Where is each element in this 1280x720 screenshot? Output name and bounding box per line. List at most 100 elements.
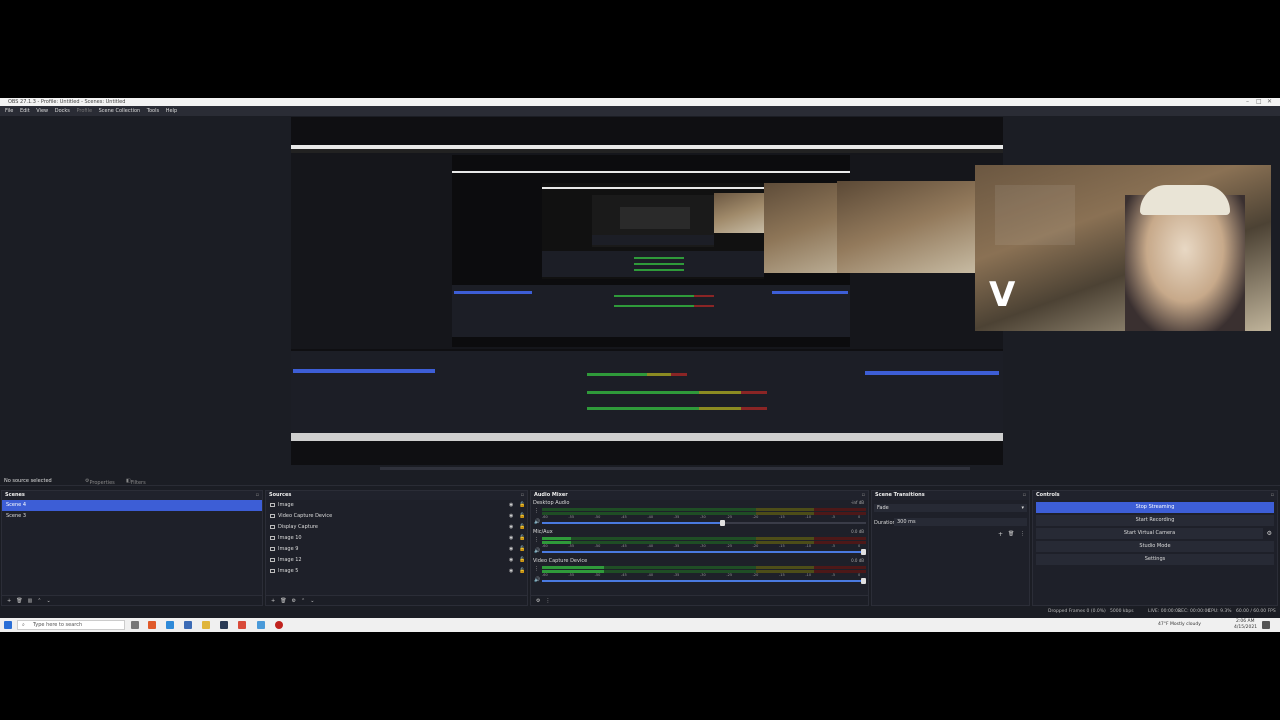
stop-streaming-button[interactable]: Stop Streaming — [1036, 502, 1274, 513]
task-view-icon[interactable] — [131, 621, 139, 629]
notifications-icon[interactable] — [1262, 621, 1270, 629]
move-up-icon[interactable]: ⌃ — [301, 598, 305, 604]
dock-float-icon[interactable]: ▫ — [521, 491, 524, 500]
scene-item[interactable]: Scene 3 — [2, 511, 262, 522]
windows-start-icon[interactable] — [4, 621, 12, 629]
menu-profile[interactable]: Profile — [76, 108, 92, 114]
properties-button[interactable]: ⚙ Properties — [85, 478, 115, 486]
eye-icon[interactable]: ◉ — [509, 511, 513, 522]
volume-slider[interactable] — [542, 549, 866, 555]
filters-button[interactable]: ◧ Filters — [126, 478, 146, 486]
mixer-menu-icon[interactable]: ⋮ — [545, 598, 550, 604]
start-recording-button[interactable]: Start Recording — [1036, 515, 1274, 526]
preview-scrollbar[interactable] — [380, 467, 970, 470]
add-source-icon[interactable]: + — [271, 598, 275, 604]
app-icon[interactable] — [257, 621, 265, 629]
file-explorer-icon[interactable] — [202, 621, 210, 629]
menu-file[interactable]: File — [5, 108, 13, 114]
menu-docks[interactable]: Docks — [55, 108, 70, 114]
lock-icon[interactable]: 🔓 — [519, 566, 525, 577]
remove-transition-icon[interactable]: 🗑 — [1008, 531, 1014, 537]
source-label: Image — [278, 502, 294, 508]
lock-icon[interactable]: 🔓 — [519, 544, 525, 555]
dock-float-icon[interactable]: ▫ — [256, 491, 259, 500]
lock-icon[interactable]: 🔓 — [519, 522, 525, 533]
speaker-icon[interactable]: 🔊 — [534, 519, 540, 525]
source-item[interactable]: Image 12 ◉ 🔓 — [266, 555, 527, 566]
scene-filter-icon[interactable]: ▥ — [28, 598, 33, 604]
clock-time[interactable]: 2:06 AM — [1236, 619, 1255, 624]
lock-icon[interactable]: 🔓 — [519, 511, 525, 522]
dock-float-icon[interactable]: ▫ — [1023, 491, 1026, 500]
maximize-icon[interactable]: □ — [1256, 98, 1262, 105]
menu-scene-collection[interactable]: Scene Collection — [99, 108, 141, 114]
studio-mode-button[interactable]: Studio Mode — [1036, 541, 1274, 552]
source-properties-icon[interactable]: ⚙ — [292, 598, 296, 604]
clock-date[interactable]: 4/15/2021 — [1234, 625, 1257, 630]
eye-icon[interactable]: ◉ — [509, 555, 513, 566]
taskbar-search[interactable]: ⌕ Type here to search — [17, 620, 125, 630]
remove-source-icon[interactable]: 🗑 — [280, 598, 286, 604]
dock-float-icon[interactable]: ▫ — [862, 491, 865, 500]
nested-meter — [694, 305, 714, 307]
channel-db: -inf dB — [850, 500, 864, 505]
menu-help[interactable]: Help — [166, 108, 177, 114]
eye-icon[interactable]: ◉ — [509, 566, 513, 577]
channel-menu-icon[interactable]: ⋮ — [534, 566, 539, 572]
weather[interactable]: 47°F Mostly cloudy — [1158, 622, 1201, 627]
eye-icon[interactable]: ◉ — [509, 544, 513, 555]
source-item[interactable]: Video Capture Device ◉ 🔓 — [266, 511, 527, 522]
channel-menu-icon[interactable]: ⋮ — [534, 508, 539, 514]
channel-db: 0.0 dB — [851, 558, 864, 563]
source-item[interactable]: Image ◉ 🔓 — [266, 500, 527, 511]
eye-icon[interactable]: ◉ — [509, 522, 513, 533]
obs-icon[interactable] — [275, 621, 283, 629]
move-up-icon[interactable]: ⌃ — [37, 598, 41, 604]
speaker-icon[interactable]: 🔊 — [534, 548, 540, 554]
settings-button[interactable]: Settings — [1036, 554, 1274, 565]
remove-scene-icon[interactable]: 🗑 — [16, 598, 22, 604]
source-item[interactable]: Display Capture ◉ 🔓 — [266, 522, 527, 533]
menu-edit[interactable]: Edit — [20, 108, 30, 114]
properties-label: Properties — [89, 480, 115, 486]
volume-slider[interactable] — [542, 578, 866, 584]
lock-icon[interactable]: 🔓 — [519, 533, 525, 544]
transition-menu-icon[interactable]: ⋮ — [1020, 531, 1025, 537]
lock-icon[interactable]: 🔓 — [519, 555, 525, 566]
menu-tools[interactable]: Tools — [147, 108, 159, 114]
duration-input[interactable]: 300 ms — [894, 518, 1027, 526]
dock-float-icon[interactable]: ▫ — [1271, 491, 1274, 500]
menu-view[interactable]: View — [36, 108, 48, 114]
source-item[interactable]: Image 9 ◉ 🔓 — [266, 544, 527, 555]
speaker-icon[interactable]: 🔊 — [534, 577, 540, 583]
mixer-settings-icon[interactable]: ⚙ — [536, 598, 540, 604]
volume-slider[interactable] — [542, 520, 866, 526]
transition-select[interactable]: Fade ▾ — [874, 504, 1027, 512]
edge-icon[interactable] — [166, 621, 174, 629]
volume-knob[interactable] — [861, 549, 866, 555]
start-virtual-camera-button[interactable]: Start Virtual Camera — [1036, 528, 1263, 539]
chrome-icon[interactable] — [238, 621, 246, 629]
channel-menu-icon[interactable]: ⋮ — [534, 537, 539, 543]
source-item[interactable]: Image 10 ◉ 🔓 — [266, 533, 527, 544]
source-item[interactable]: Image 5 ◉ 🔓 — [266, 566, 527, 577]
volume-knob[interactable] — [861, 578, 866, 584]
add-scene-icon[interactable]: + — [7, 598, 11, 604]
scene-item[interactable]: Scene 4 — [2, 500, 262, 511]
volume-knob[interactable] — [720, 520, 726, 526]
steam-icon[interactable] — [220, 621, 228, 629]
store-icon[interactable] — [184, 621, 192, 629]
move-down-icon[interactable]: ⌄ — [310, 598, 314, 604]
add-transition-icon[interactable]: + — [998, 531, 1003, 538]
nested-scene-selected — [454, 291, 532, 294]
close-icon[interactable]: ✕ — [1267, 98, 1272, 105]
eye-icon[interactable]: ◉ — [509, 533, 513, 544]
browser-icon[interactable] — [148, 621, 156, 629]
move-down-icon[interactable]: ⌄ — [47, 598, 51, 604]
eye-icon[interactable]: ◉ — [509, 500, 513, 511]
gear-icon[interactable]: ⚙ — [1267, 530, 1272, 537]
minimize-icon[interactable]: – — [1246, 98, 1249, 105]
lock-icon[interactable]: 🔓 — [519, 500, 525, 511]
nested-preview-4 — [620, 207, 690, 229]
preview-canvas[interactable] — [291, 117, 1003, 465]
